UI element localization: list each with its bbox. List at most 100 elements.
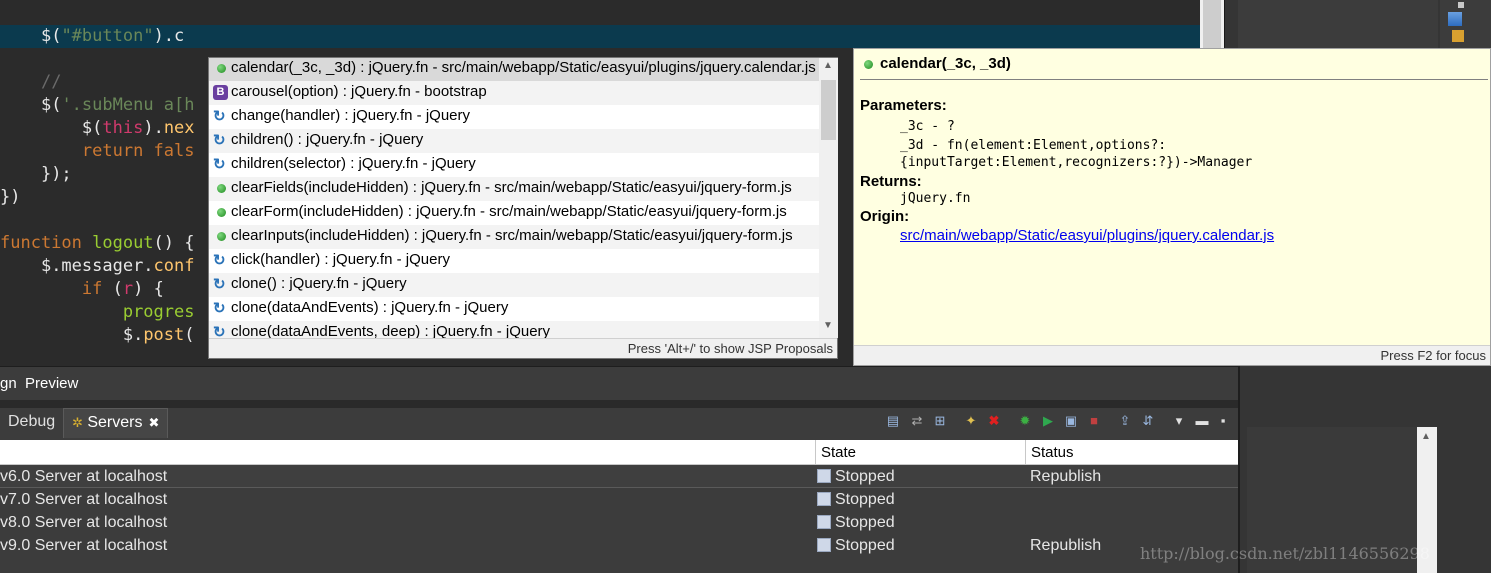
maximize-icon[interactable]: ▪ <box>1214 412 1232 430</box>
code-line[interactable]: progres <box>0 301 195 324</box>
link-icon[interactable]: ⇄ <box>908 412 926 430</box>
server-name: v7.0 Server at localhost <box>0 491 168 508</box>
proposal-item[interactable]: ↻ clone(dataAndEvents, deep) : jQuery.fn … <box>209 321 819 338</box>
code-line[interactable]: if (r) { <box>0 278 164 301</box>
proposal-label: children(selector) : jQuery.fn - jQuery <box>231 155 476 172</box>
jquery-icon: ↻ <box>213 300 226 317</box>
collapse-icon[interactable]: ▤ <box>884 412 902 430</box>
minimize-icon[interactable]: ▬ <box>1193 412 1211 430</box>
code-line[interactable]: }) <box>0 186 20 209</box>
clean-icon[interactable]: ⇵ <box>1139 412 1157 430</box>
scroll-up-icon[interactable]: ▲ <box>1421 431 1431 442</box>
code-token: ( <box>102 279 123 299</box>
delete-icon[interactable]: ✖ <box>985 412 1003 430</box>
server-state-icon <box>817 469 831 483</box>
code-token: return fals <box>81 141 195 161</box>
code-token: $( <box>40 26 62 46</box>
code-line[interactable]: $(this).nex <box>0 117 195 140</box>
proposal-item[interactable]: ↻ clone() : jQuery.fn - jQuery <box>209 273 819 297</box>
close-icon[interactable]: ✖ <box>148 415 159 430</box>
column-status[interactable]: Status <box>1025 440 1238 465</box>
start-server-icon[interactable]: ▶ <box>1039 412 1057 430</box>
publish-icon[interactable]: ⇪ <box>1116 412 1134 430</box>
scroll-down-icon[interactable]: ▼ <box>823 320 833 331</box>
outline-icon[interactable] <box>1448 12 1462 26</box>
profile-server-icon[interactable]: ▣ <box>1062 412 1080 430</box>
code-line[interactable]: $('.subMenu a[h <box>0 94 195 117</box>
code-token: $.messager. <box>40 256 154 276</box>
proposal-item[interactable]: ↻ click(handler) : jQuery.fn - jQuery <box>209 249 819 273</box>
proposal-item[interactable]: calendar(_3c, _3d) : jQuery.fn - src/mai… <box>209 58 819 81</box>
documentation-popup: calendar(_3c, _3d) Parameters: _3c - ? _… <box>853 48 1491 366</box>
tab-servers[interactable]: ✲ Servers ✖ <box>63 408 169 438</box>
server-row[interactable]: v9.0 Server at localhost Stopped Republish <box>0 534 1238 557</box>
proposal-list[interactable]: calendar(_3c, _3d) : jQuery.fn - src/mai… <box>209 58 819 338</box>
jquery-icon: ↻ <box>213 276 226 293</box>
code-line[interactable]: return fals <box>0 140 195 163</box>
column-server[interactable] <box>0 440 815 465</box>
proposal-label: clone() : jQuery.fn - jQuery <box>231 275 407 292</box>
code-line[interactable]: $.post( <box>0 324 195 345</box>
code-line[interactable]: }); <box>0 163 72 186</box>
content-assist-popup: calendar(_3c, _3d) : jQuery.fn - src/mai… <box>208 57 838 359</box>
returns-value: jQuery.fn <box>900 191 971 206</box>
server-state: Stopped <box>817 511 895 534</box>
server-state-icon <box>817 538 831 552</box>
proposal-item[interactable]: ↻ clone(dataAndEvents) : jQuery.fn - jQue… <box>209 297 819 321</box>
method-icon <box>217 208 226 217</box>
tab-debug[interactable]: Debug <box>0 408 63 438</box>
editor-scroll-thumb[interactable] <box>1203 0 1221 48</box>
view-tab-bar: Debug ✲ Servers ✖ ▤ ⇄ ⊞ ✦ ✖ ✹ ▶ ▣ ■ ⇪ ⇵ ▾… <box>0 408 1238 438</box>
tab-servers-label: Servers <box>87 414 143 431</box>
param-2-type: {inputTarget:Element,recognizers:?})->Ma… <box>900 155 1253 170</box>
column-state[interactable]: State <box>815 440 1025 465</box>
current-code-line[interactable]: $("#button").c <box>0 25 1200 48</box>
tab-design[interactable]: gn <box>0 375 17 392</box>
proposal-item[interactable]: ↻ change(handler) : jQuery.fn - jQuery <box>209 105 819 129</box>
proposal-scroll-thumb[interactable] <box>821 80 836 140</box>
code-token: }); <box>40 164 72 184</box>
view-menu-icon[interactable]: ▾ <box>1170 412 1188 430</box>
code-token: this <box>102 118 144 138</box>
server-state: Stopped <box>817 465 895 488</box>
code-token: r <box>122 279 134 299</box>
code-token: '.subMenu a[h <box>61 95 195 115</box>
parameters-heading: Parameters: <box>860 97 947 114</box>
server-row[interactable]: v7.0 Server at localhost Stopped <box>0 488 1238 511</box>
code-token: progres <box>122 302 195 322</box>
proposal-item[interactable]: Bcarousel(option) : jQuery.fn - bootstra… <box>209 81 819 105</box>
tab-debug-label: Debug <box>8 413 56 430</box>
code-line[interactable]: function logout() { <box>0 232 195 255</box>
tab-preview[interactable]: Preview <box>25 375 78 392</box>
proposal-label: children() : jQuery.fn - jQuery <box>231 131 424 148</box>
doc-footer-hint: Press F2 for focus <box>854 345 1490 365</box>
server-row[interactable]: v6.0 Server at localhost Stopped Republish <box>0 465 1238 488</box>
proposal-item[interactable]: clearInputs(includeHidden) : jQuery.fn -… <box>209 225 819 249</box>
server-row[interactable]: v8.0 Server at localhost Stopped <box>0 511 1238 534</box>
code-line[interactable]: $.messager.conf <box>0 255 195 278</box>
proposal-item[interactable]: ↻ children(selector) : jQuery.fn - jQuery <box>209 153 819 177</box>
proposal-scrollbar[interactable]: ▲ ▼ <box>819 58 838 338</box>
server-state-text: Stopped <box>835 468 895 485</box>
proposal-label: clone(dataAndEvents) : jQuery.fn - jQuer… <box>231 299 509 316</box>
new-server-icon[interactable]: ✦ <box>962 412 980 430</box>
proposal-item[interactable]: clearForm(includeHidden) : jQuery.fn - s… <box>209 201 819 225</box>
code-line[interactable]: // <box>0 71 61 94</box>
expand-icon[interactable]: ⊞ <box>931 412 949 430</box>
right-panel-header <box>1238 0 1438 48</box>
code-token: $( <box>40 95 62 115</box>
bootstrap-icon: B <box>213 85 228 100</box>
scroll-up-icon[interactable]: ▲ <box>823 60 833 71</box>
server-name: v8.0 Server at localhost <box>0 514 168 531</box>
server-state-text: Stopped <box>835 491 895 508</box>
jar-icon[interactable] <box>1452 30 1464 42</box>
server-status: Republish <box>1030 537 1102 554</box>
method-icon <box>217 64 226 73</box>
proposal-item[interactable]: ↻ children() : jQuery.fn - jQuery <box>209 129 819 153</box>
stop-server-icon[interactable]: ■ <box>1085 412 1103 430</box>
editor-mode-tabs: gn Preview <box>0 366 1238 400</box>
view-menu-icon[interactable] <box>1458 2 1464 8</box>
origin-link[interactable]: src/main/webapp/Static/easyui/plugins/jq… <box>900 227 1274 244</box>
proposal-item[interactable]: clearFields(includeHidden) : jQuery.fn -… <box>209 177 819 201</box>
debug-server-icon[interactable]: ✹ <box>1016 412 1034 430</box>
